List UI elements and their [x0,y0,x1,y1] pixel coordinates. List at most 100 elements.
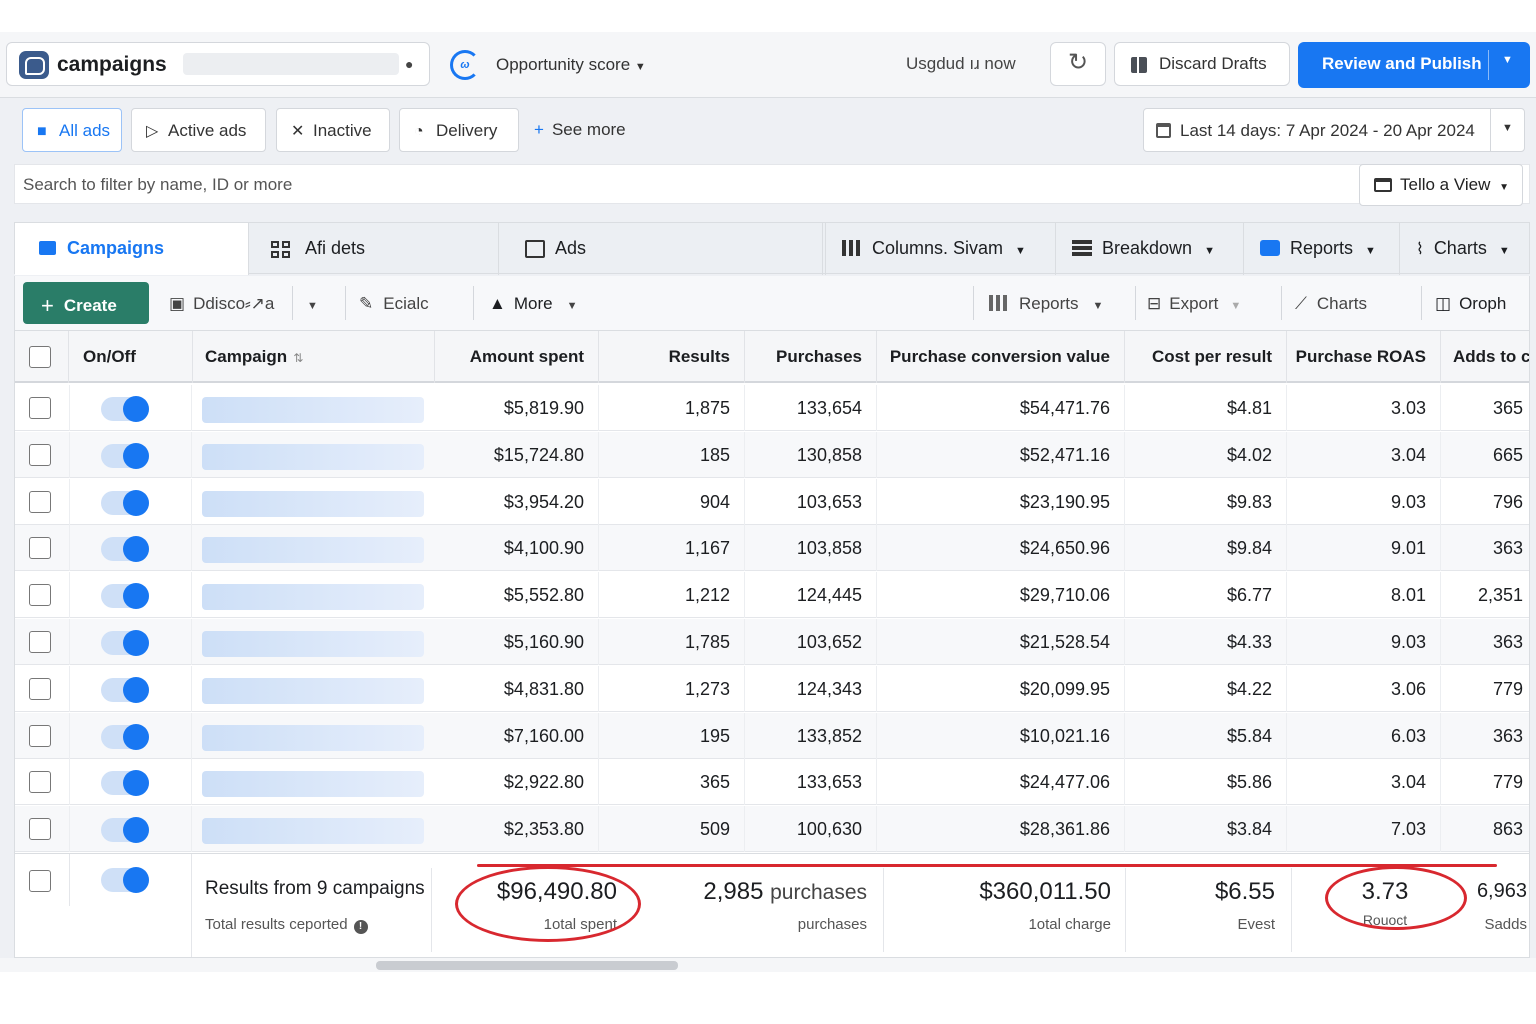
header-adds-to-cart[interactable]: Adds to cart [1441,331,1529,383]
table-row[interactable]: $5,819.90 1,875 133,654 $54,471.76 $4.81 3.03… [15,385,1529,431]
table-row[interactable]: $4,831.80 1,273 124,343 $20,099.95 $4.22 3.06… [15,665,1529,712]
tab-ad-sets[interactable]: Afi dets [249,223,499,275]
header-cost-per-result[interactable]: Cost per result [1125,331,1287,383]
row-checkbox[interactable] [29,677,51,700]
divider [69,478,70,525]
account-id-redacted [183,53,399,75]
review-publish-button[interactable]: Review and Publish ▼ [1298,42,1530,88]
create-button[interactable]: + Create [23,282,149,324]
charts-button[interactable]: ⟋ Charts [1295,282,1417,324]
search-bar[interactable]: Search to filter by name, ID or more Tel… [14,164,1530,206]
row-checkbox[interactable] [29,724,51,747]
divider [191,854,192,957]
account-selector[interactable]: campaigns ● [6,42,430,86]
summary-checkbox[interactable] [29,870,51,892]
campaign-toggle[interactable] [101,396,149,422]
header-campaign[interactable]: Campaign ⇅ [193,331,435,383]
campaign-name-redacted[interactable] [202,631,424,657]
cell-adds-to-cart: 796 [1492,491,1523,512]
row-checkbox[interactable] [29,771,51,794]
horizontal-scrollbar[interactable] [0,958,1536,972]
row-checkbox[interactable] [29,537,51,560]
table-row[interactable]: $5,160.90 1,785 103,652 $21,528.54 $4.33 9.03… [15,619,1529,665]
row-checkbox[interactable] [29,818,51,841]
filter-tab-all-ads[interactable]: ■ All ads [22,108,122,152]
filter-tab-inactive[interactable]: ✕ Inactive [276,108,390,152]
table-row[interactable]: $2,353.80 509 100,630 $28,361.86 $3.84 7.03 86… [15,806,1529,853]
campaign-name-redacted[interactable] [202,397,424,423]
divider [69,431,70,478]
row-checkbox[interactable] [29,397,51,419]
publish-menu-chevron-icon[interactable]: ▼ [1502,54,1513,66]
table-row[interactable]: $15,724.80 185 130,858 $52,471.16 $4.02 3.04 6… [15,431,1529,478]
header-purchase-conversion-value[interactable]: Purchase conversion value [877,331,1125,383]
select-all-checkbox[interactable] [29,346,51,368]
breakdown-dropdown[interactable]: Breakdown ▼ [1055,223,1239,275]
columns-dropdown[interactable]: Columns. Sivam ▼ [825,223,1047,275]
campaign-toggle[interactable] [101,676,149,703]
duplicate-button[interactable]: ▣ Ddisco⸗↗a [169,282,291,324]
tab-ads[interactable]: Ads [507,223,823,275]
table-row[interactable]: $3,954.20 904 103,653 $23,190.95 $9.83 9.03 79… [15,478,1529,525]
row-checkbox[interactable] [29,631,51,653]
search-input[interactable]: Search to filter by name, ID or more [23,175,292,195]
more-dropdown[interactable]: ▲ More ▼ [489,282,601,324]
cell-cost-per-result: $5.84 [1125,712,1287,759]
table-row[interactable]: $5,552.80 1,212 124,445 $29,710.06 $6.77 8.01… [15,572,1529,619]
campaign-toggle[interactable] [101,817,149,844]
campaign-toggle[interactable] [101,770,149,797]
campaign-name-redacted[interactable] [202,584,424,611]
cell-amount-spent: $5,160.90 [435,619,599,665]
export-button[interactable]: ⊟ Export ▼ [1147,282,1283,324]
summary-purchases: 2,985 purchases [635,878,867,906]
tab-campaigns[interactable]: Campaigns [15,223,249,275]
campaign-toggle[interactable] [101,442,149,469]
edit-button[interactable]: ✎ Ecialc [359,282,463,324]
divider [1125,868,1126,952]
campaign-name-redacted[interactable] [202,724,424,751]
opportunity-score-dropdown[interactable]: Opportunity score ▼ [496,55,646,75]
date-range-picker[interactable]: Last 14 days: 7 Apr 2024 - 20 Apr 2024 ▼ [1143,108,1525,152]
cell-amount-spent: $2,922.80 [435,759,599,806]
campaign-toggle[interactable] [101,489,149,516]
reports-dropdown[interactable]: Reports ▼ [1243,223,1399,275]
row-checkbox[interactable] [29,490,51,513]
top-bar: campaigns ● ω Opportunity score ▼ Usgdud… [0,32,1536,98]
row-checkbox[interactable] [29,584,51,607]
row-checkbox[interactable] [29,443,51,466]
cell-roas: 9.03 [1287,478,1441,525]
charts-dropdown[interactable]: ⌇ Charts ▼ [1399,223,1531,275]
info-icon[interactable]: ! [353,920,368,934]
graph-button[interactable]: ◫ Oroph [1435,282,1527,324]
campaign-name-redacted[interactable] [202,677,424,704]
refresh-button[interactable]: ↻ [1050,42,1106,86]
campaign-toggle[interactable] [101,630,149,656]
chevron-down-icon[interactable]: ▼ [1502,122,1513,134]
see-more-button[interactable]: + See more [534,120,626,140]
campaign-name-redacted[interactable] [202,490,424,517]
header-purchase-roas[interactable]: Purchase ROAS [1287,331,1441,383]
charts-button-label: Charts [1316,294,1367,313]
campaign-toggle[interactable] [101,536,149,563]
campaign-toggle[interactable] [101,723,149,750]
table-row[interactable]: $2,922.80 365 133,653 $24,477.06 $5.86 3.04 77… [15,759,1529,806]
header-purchases[interactable]: Purchases [745,331,877,383]
header-results[interactable]: Results [599,331,745,383]
header-on-off[interactable]: On/Off [69,331,193,383]
discard-drafts-button[interactable]: Discard Drafts [1114,42,1290,86]
campaign-toggle[interactable] [101,583,149,610]
header-amount-spent[interactable]: Amount spent [435,331,599,383]
scrollbar-thumb[interactable] [376,961,678,970]
save-view-button[interactable]: Tello a View ▼ [1359,164,1523,206]
table-row[interactable]: $7,160.00 195 133,852 $10,021.16 $5.84 6.03 36… [15,712,1529,759]
reports-button[interactable]: Reports ▼ [989,282,1125,324]
campaign-name-redacted[interactable] [202,818,424,845]
filter-tab-active-ads[interactable]: ▷ Active ads [131,108,266,152]
campaign-name-redacted[interactable] [202,443,424,470]
summary-toggle[interactable] [101,867,149,893]
table-row[interactable]: $4,100.90 1,167 103,858 $24,650.96 $9.84 9.01… [15,525,1529,572]
campaign-name-redacted[interactable] [202,537,424,564]
campaign-name-redacted[interactable] [202,771,424,798]
duplicate-menu-chevron[interactable]: ▼ [307,282,327,324]
filter-tab-delivery[interactable]: ◔ Delivery [399,108,519,152]
